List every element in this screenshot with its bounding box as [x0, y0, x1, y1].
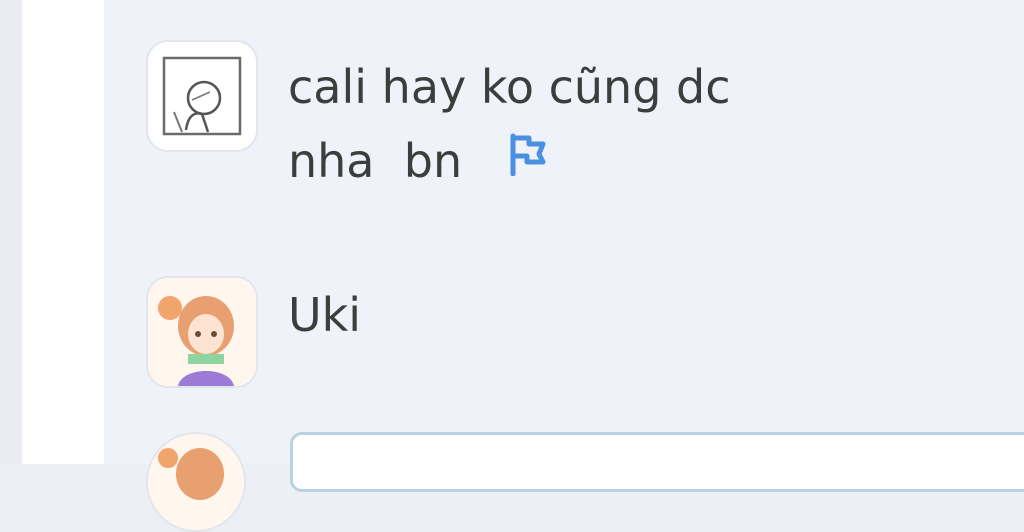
anime-girl-avatar-icon — [148, 278, 256, 386]
comment-text: cali hay ko cũng dc nha bn — [288, 50, 731, 198]
current-user-avatar — [146, 432, 246, 532]
left-column — [22, 0, 104, 464]
reply-input[interactable] — [290, 432, 1024, 492]
page-gutter — [0, 0, 22, 464]
comment-text: Uki — [288, 278, 361, 352]
sketch-person-avatar-icon — [148, 42, 256, 150]
flag-icon[interactable] — [507, 123, 547, 197]
anime-girl-avatar-icon — [148, 434, 244, 530]
comment-text-line: cali hay ko cũng dc — [288, 60, 731, 114]
comment-text-fragment: nha bn — [288, 134, 463, 188]
user-avatar[interactable] — [146, 276, 258, 388]
user-avatar[interactable] — [146, 40, 258, 152]
comment-text-line: nha bn — [288, 124, 731, 198]
comment-text-line: Uki — [288, 288, 362, 342]
